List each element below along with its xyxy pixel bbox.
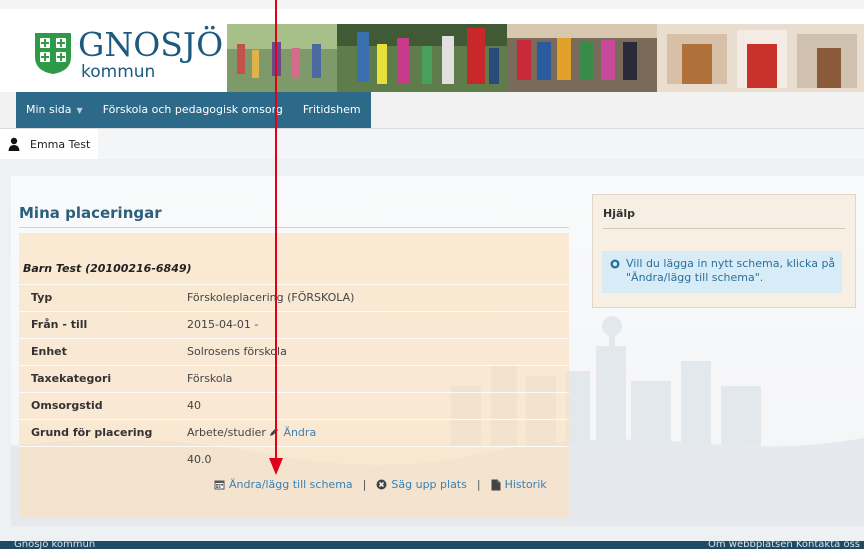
- detail-row-schema: 40.0: [19, 446, 569, 477]
- row-value: Förskoleplacering (FÖRSKOLA): [187, 291, 355, 304]
- coat-of-arms-icon: [35, 33, 71, 74]
- cancel-placement-label: Säg upp plats: [391, 478, 467, 491]
- row-label: Enhet: [31, 345, 67, 358]
- user-bar: Emma Test: [0, 129, 864, 159]
- nav-bar: Min sida ▼ Förskola och pedagogisk omsorg…: [16, 92, 371, 128]
- title-divider: [19, 227, 569, 228]
- document-icon: [491, 479, 501, 490]
- link-separator: |: [362, 478, 367, 491]
- detail-row-grund: Grund för placering Arbete/studier Ändra: [19, 419, 569, 447]
- cancel-placement-link[interactable]: Säg upp plats: [376, 478, 467, 491]
- history-link[interactable]: Historik: [491, 478, 547, 491]
- help-title: Hjälp: [603, 207, 636, 220]
- row-value: 40: [187, 399, 201, 412]
- detail-row-fran-till: Från - till 2015-04-01 -: [19, 311, 569, 339]
- help-info-box: Vill du lägga in nytt schema, klicka på …: [602, 251, 842, 293]
- row-value: Solrosens förskola: [187, 345, 287, 358]
- edit-link[interactable]: Ändra: [283, 426, 316, 439]
- info-icon: [610, 259, 620, 269]
- child-name: Barn Test (20100216-6849): [23, 262, 192, 275]
- history-label: Historik: [504, 478, 547, 491]
- action-links: Ändra/lägg till schema | Säg upp plats |…: [214, 478, 547, 491]
- user-name: Emma Test: [30, 137, 91, 151]
- row-value: Arbete/studier Ändra: [187, 426, 316, 439]
- close-circle-icon: [376, 479, 387, 490]
- row-label: Taxekategori: [31, 372, 112, 385]
- help-panel: Hjälp Vill du lägga in nytt schema, klic…: [592, 194, 856, 308]
- row-value: Förskola: [187, 372, 233, 385]
- nav-item-min-sida[interactable]: Min sida ▼: [16, 92, 93, 129]
- row-label: Från - till: [31, 318, 88, 331]
- detail-row-enhet: Enhet Solrosens förskola: [19, 338, 569, 366]
- banner-photo-image: [227, 24, 864, 92]
- municipality-logo[interactable]: GNOSJÖ kommun: [33, 25, 223, 85]
- row-label: Omsorgstid: [31, 399, 103, 412]
- header-banner-photos: [227, 24, 864, 92]
- person-icon: [8, 137, 20, 151]
- row-value-text: Arbete/studier: [187, 426, 266, 439]
- page-title: Mina placeringar: [19, 204, 162, 222]
- detail-row-taxekategori: Taxekategori Förskola: [19, 365, 569, 393]
- user-tab[interactable]: Emma Test: [0, 129, 99, 159]
- site-footer: Gnosjö kommun Om webbplatsen Kontakta os…: [0, 541, 864, 549]
- main-navigation: Min sida ▼ Förskola och pedagogisk omsorg…: [0, 92, 864, 129]
- nav-item-label: Min sida: [26, 102, 72, 116]
- row-label: Typ: [31, 291, 53, 304]
- link-separator: |: [476, 478, 481, 491]
- row-label: Grund för placering: [31, 426, 153, 439]
- nav-item-forskola[interactable]: Förskola och pedagogisk omsorg: [93, 92, 293, 128]
- row-value: 40.0: [187, 453, 212, 466]
- pencil-icon: [270, 428, 279, 436]
- change-schedule-link[interactable]: Ändra/lägg till schema: [214, 478, 353, 491]
- help-text: Vill du lägga in nytt schema, klicka på …: [626, 257, 836, 284]
- footer-site-name: Gnosjö kommun: [14, 541, 96, 549]
- logo-subtitle: kommun: [81, 62, 156, 82]
- row-value: 2015-04-01 -: [187, 318, 259, 331]
- change-schedule-label: Ändra/lägg till schema: [229, 478, 353, 491]
- caret-down-icon: ▼: [76, 105, 83, 115]
- calendar-icon: [214, 480, 225, 490]
- nav-item-fritidshem[interactable]: Fritidshem: [293, 92, 371, 128]
- logo-name: GNOSJÖ: [78, 25, 224, 64]
- detail-row-omsorgstid: Omsorgstid 40: [19, 392, 569, 420]
- help-divider: [603, 228, 845, 229]
- detail-row-typ: Typ Förskoleplacering (FÖRSKOLA): [19, 284, 569, 312]
- top-strip: [0, 0, 864, 9]
- footer-links[interactable]: Om webbplatsen Kontakta oss: [708, 541, 860, 549]
